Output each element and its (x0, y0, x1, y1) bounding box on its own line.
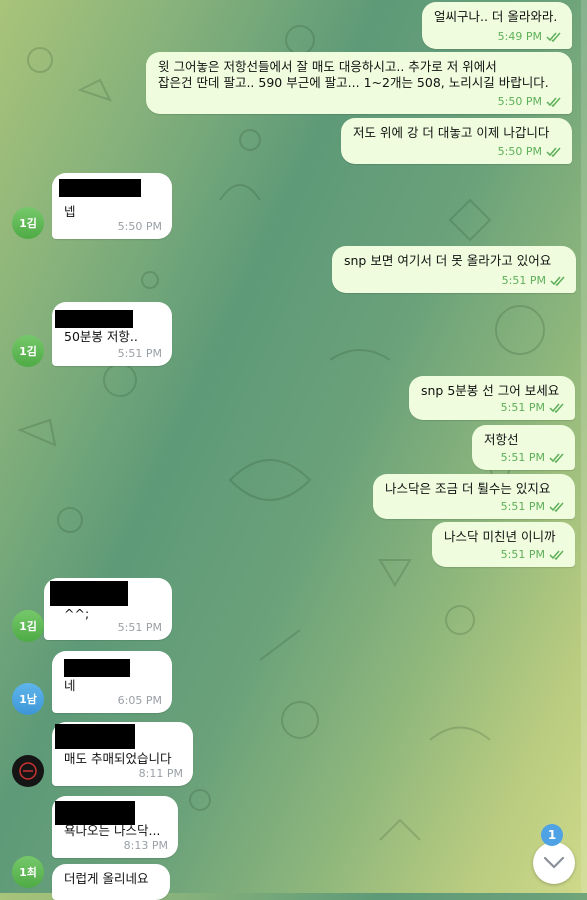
message-time: 5:51 PM (500, 451, 545, 464)
avatar[interactable] (12, 755, 44, 787)
message-text: 넵 (64, 204, 76, 219)
message-text: 나스닥은 조금 더 튈수는 있지요 (385, 481, 551, 496)
message-bubble[interactable]: 저도 위에 강 더 대놓고 이제 나갑니다 5:50 PM (341, 118, 572, 164)
message-time: 8:13 PM (123, 839, 168, 852)
message-bubble[interactable]: snp 보면 여기서 더 못 올라가고 있어요 5:51 PM (332, 246, 576, 293)
redacted-sender-name (55, 801, 135, 825)
message-time: 5:50 PM (117, 220, 162, 233)
message-time: 5:51 PM (117, 347, 162, 360)
redacted-sender-name (50, 581, 128, 606)
message-time: 5:51 PM (501, 274, 546, 287)
message-time: 5:50 PM (497, 95, 542, 108)
message-bubble[interactable]: snp 5분봉 선 그어 보세요 5:51 PM (409, 376, 575, 420)
message-meta: 8:13 PM (124, 838, 168, 854)
message-bubble[interactable]: ^^; 5:51 PM (44, 578, 172, 640)
message-bubble[interactable]: 매도 추매되었습니다 8:11 PM (52, 722, 193, 786)
message-meta: 5:49 PM (498, 29, 562, 45)
avatar-initials: 1김 (19, 217, 37, 230)
message-text: 욕나오는 나스닥... (64, 823, 161, 838)
message-bubble[interactable]: 저항선 5:51 PM (472, 425, 575, 470)
avatar-initials: 1남 (19, 693, 37, 706)
double-check-icon (549, 453, 564, 463)
message-time: 5:51 PM (500, 500, 545, 513)
message-meta: 5:51 PM (118, 620, 162, 636)
avatar-initials: 1김 (19, 345, 37, 358)
scrollbar[interactable] (581, 0, 587, 893)
channel-logo-icon (13, 756, 43, 786)
avatar[interactable]: 1남 (12, 683, 44, 715)
scroll-down-button[interactable] (533, 842, 575, 884)
message-meta: 5:50 PM (118, 219, 162, 235)
avatar-initials: 1최 (19, 866, 37, 879)
message-text: 매도 추매되었습니다 (64, 751, 172, 766)
message-bubble[interactable]: 넵 5:50 PM (52, 173, 172, 239)
message-meta: 5:51 PM (501, 400, 565, 416)
avatar[interactable]: 1김 (12, 610, 44, 642)
message-text: 저항선 (484, 432, 519, 447)
message-bubble[interactable]: 50분봉 저항.. 5:51 PM (52, 302, 172, 366)
message-time: 5:51 PM (117, 621, 162, 634)
message-meta: 5:50 PM (498, 94, 562, 110)
message-text: 50분봉 저항.. (64, 329, 138, 344)
message-meta: 5:51 PM (118, 346, 162, 362)
message-meta: 5:51 PM (501, 450, 565, 466)
chevron-down-icon (543, 856, 565, 869)
message-bubble[interactable]: 더럽게 올리네요 (52, 864, 170, 900)
message-time: 5:51 PM (500, 401, 545, 414)
message-bubble[interactable]: 나스닥은 조금 더 튈수는 있지요 5:51 PM (373, 474, 575, 519)
redacted-sender-name (55, 724, 135, 749)
message-bubble[interactable]: 윗 그어놓은 저항선들에서 잘 매도 대응하시고.. 추가로 저 위에서 잡은건… (146, 52, 572, 114)
message-meta: 8:11 PM (139, 766, 183, 782)
message-meta: 6:05 PM (118, 693, 162, 709)
message-bubble[interactable]: 나스닥 미친년 이니까 5:51 PM (432, 522, 575, 567)
redacted-sender-name (64, 659, 130, 677)
message-meta: 5:51 PM (501, 547, 565, 563)
message-meta: 5:51 PM (502, 273, 566, 289)
redacted-sender-name (59, 179, 141, 197)
message-text: 얼씨구나.. 더 올라와라. (434, 9, 558, 24)
message-text: 저도 위에 강 더 대놓고 이제 나갑니다 (353, 125, 550, 140)
message-text: snp 보면 여기서 더 못 올라가고 있어요 (344, 253, 552, 268)
message-time: 5:49 PM (497, 30, 542, 43)
message-time: 8:11 PM (138, 767, 183, 780)
message-bubble[interactable]: 네 6:05 PM (52, 651, 172, 713)
message-meta: 5:51 PM (501, 499, 565, 515)
avatar[interactable]: 1김 (12, 335, 44, 367)
avatar-initials: 1김 (19, 620, 37, 633)
redacted-sender-name (55, 310, 133, 328)
message-bubble[interactable]: 욕나오는 나스닥... 8:13 PM (52, 796, 178, 858)
message-bubble[interactable]: 얼씨구나.. 더 올라와라. 5:49 PM (422, 2, 572, 49)
double-check-icon (549, 502, 564, 512)
message-time: 5:50 PM (497, 145, 542, 158)
double-check-icon (549, 403, 564, 413)
message-time: 6:05 PM (117, 694, 162, 707)
message-text: 더럽게 올리네요 (64, 871, 149, 886)
message-text: 윗 그어놓은 저항선들에서 잘 매도 대응하시고.. 추가로 저 위에서 잡은건… (158, 59, 549, 90)
double-check-icon (546, 32, 561, 42)
avatar[interactable]: 1김 (12, 207, 44, 239)
message-meta: 5:50 PM (498, 144, 562, 160)
double-check-icon (546, 147, 561, 157)
avatar[interactable]: 1최 (12, 856, 44, 888)
double-check-icon (549, 550, 564, 560)
message-text: 네 (64, 678, 76, 693)
message-text: 나스닥 미친년 이니까 (444, 529, 556, 544)
unread-count-badge: 1 (541, 824, 563, 846)
message-text: snp 5분봉 선 그어 보세요 (421, 383, 560, 398)
double-check-icon (550, 276, 565, 286)
message-time: 5:51 PM (500, 548, 545, 561)
double-check-icon (546, 97, 561, 107)
